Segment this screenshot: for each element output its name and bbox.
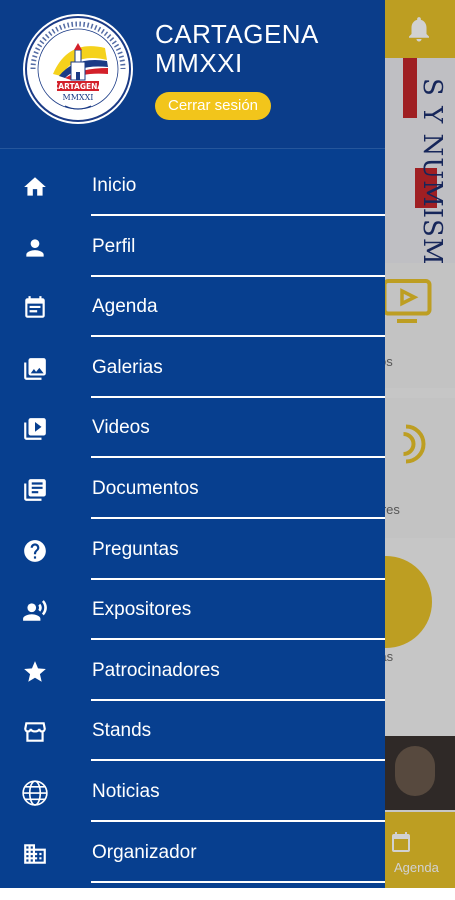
star-icon — [20, 657, 50, 687]
menu-divider — [91, 880, 385, 883]
menu-item-perfil[interactable]: Perfil — [0, 217, 385, 278]
drawer-header: CARTAGENA MMXXI CARTAGENA MMXXI Cerrar s… — [0, 0, 385, 148]
system-bottom-strip — [0, 888, 455, 900]
business-icon — [20, 839, 50, 869]
video-library-icon — [20, 414, 50, 444]
logout-button[interactable]: Cerrar sesión — [155, 92, 272, 120]
event-logo: CARTAGENA MMXXI — [23, 14, 133, 124]
menu-item-organizador[interactable]: Organizador — [0, 823, 385, 884]
menu-item-label: Documentos — [92, 477, 199, 499]
menu-item-inicio[interactable]: Inicio — [0, 156, 385, 217]
home-icon — [20, 172, 50, 202]
menu-item-label: Preguntas — [92, 538, 179, 560]
menu-item-label: Inicio — [92, 175, 137, 196]
record-voice-icon — [20, 596, 50, 626]
photo-library-icon — [20, 354, 50, 384]
menu-item-label: Agenda — [92, 296, 158, 318]
menu-item-documentos[interactable]: Documentos — [0, 459, 385, 520]
menu-item-label: Galerias — [92, 356, 163, 378]
menu-item-preguntas[interactable]: Preguntas — [0, 520, 385, 581]
event-title-line1: CARTAGENA — [155, 19, 319, 49]
event-title-line2: MMXXI — [155, 48, 243, 78]
menu-item-label: Patrocinadores — [92, 659, 220, 681]
menu-item-label: Expositores — [92, 599, 192, 621]
menu-item-videos[interactable]: Videos — [0, 398, 385, 459]
person-icon — [20, 233, 50, 263]
header-divider — [0, 148, 385, 149]
menu-item-agenda[interactable]: Agenda — [0, 277, 385, 338]
drawer-menu: Inicio Perfil Agenda Galerias Videos Doc… — [0, 156, 385, 883]
navigation-drawer: CARTAGENA MMXXI CARTAGENA MMXXI Cerrar s… — [0, 0, 385, 888]
menu-item-expositores[interactable]: Expositores — [0, 580, 385, 641]
menu-item-stands[interactable]: Stands — [0, 701, 385, 762]
menu-item-galerias[interactable]: Galerias — [0, 338, 385, 399]
menu-item-label: Noticias — [92, 780, 160, 802]
event-note-icon — [20, 293, 50, 323]
menu-item-label: Organizador — [92, 841, 197, 863]
menu-item-label: Stands — [92, 720, 152, 742]
help-icon — [20, 536, 50, 566]
storefront-icon — [20, 717, 50, 747]
menu-item-noticias[interactable]: Noticias — [0, 762, 385, 823]
menu-item-label: Perfil — [92, 235, 136, 257]
menu-item-patrocinadores[interactable]: Patrocinadores — [0, 641, 385, 702]
logo-year-text: MMXXI — [63, 93, 94, 102]
library-books-icon — [20, 475, 50, 505]
logo-center-text: CARTAGENA — [53, 82, 104, 91]
globe-icon — [20, 778, 50, 808]
event-title: CARTAGENA MMXXI — [155, 20, 375, 78]
menu-item-label: Videos — [92, 417, 150, 439]
